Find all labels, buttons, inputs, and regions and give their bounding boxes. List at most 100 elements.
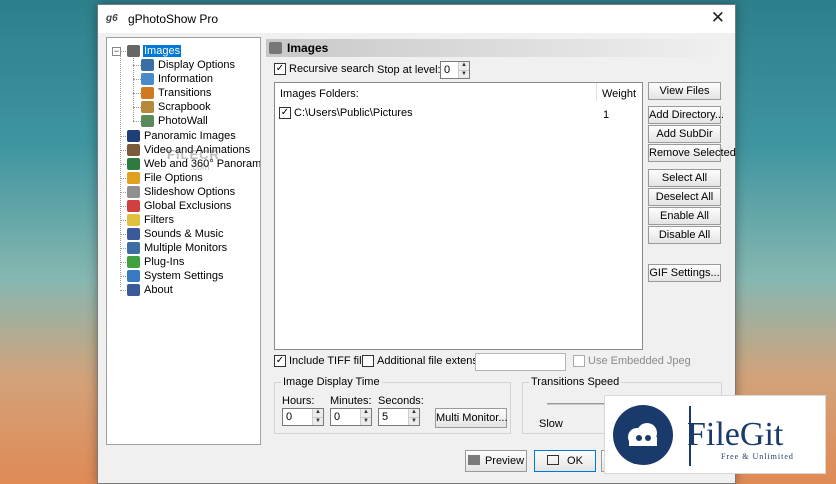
transition-speed-slider[interactable] <box>547 403 607 405</box>
folder-row-checkbox[interactable]: ✓ <box>279 107 291 119</box>
gif-settings-button[interactable]: GIF Settings... <box>648 264 721 282</box>
information-icon <box>141 73 154 85</box>
spin-up-icon[interactable]: ▲ <box>361 409 371 418</box>
spin-down-icon[interactable]: ▼ <box>313 417 323 425</box>
close-icon[interactable]: ✕ <box>711 9 725 27</box>
disable-all-button[interactable]: Disable All <box>648 226 721 244</box>
globe-icon <box>127 158 140 170</box>
spin-up-icon[interactable]: ▲ <box>313 409 323 418</box>
group-title: Image Display Time <box>281 376 382 388</box>
music-icon <box>127 228 140 240</box>
tree-item-photowall[interactable]: PhotoWall <box>141 114 209 128</box>
enable-all-button[interactable]: Enable All <box>648 207 721 225</box>
use-embedded-jpeg-checkbox[interactable]: Use Embedded Jpeg <box>573 355 691 367</box>
tree-item-system-settings[interactable]: System Settings <box>127 269 224 283</box>
minutes-spinner[interactable]: 0 ▲ ▼ <box>330 408 372 426</box>
tree-line <box>133 93 141 94</box>
tree-line <box>120 220 126 221</box>
video-icon <box>127 144 140 156</box>
tree-item-label: Slideshow Options <box>144 186 236 198</box>
watermark-sub: .com <box>190 162 210 172</box>
spin-down-icon[interactable]: ▼ <box>459 70 469 78</box>
spin-down-icon[interactable]: ▼ <box>409 417 419 425</box>
tree-line <box>133 79 141 80</box>
hours-spinner[interactable]: 0 ▲ ▼ <box>282 408 324 426</box>
deselect-all-button[interactable]: Deselect All <box>648 188 721 206</box>
tree-item-label: Transitions <box>158 87 212 99</box>
preview-icon <box>467 455 480 465</box>
stop-at-level-value[interactable]: 0 <box>441 62 458 78</box>
recursive-search-checkbox[interactable]: ✓ Recursive search <box>274 63 374 75</box>
tree-item-display-options[interactable]: Display Options <box>141 58 236 72</box>
tree-line <box>120 55 121 287</box>
tree-item-panoramic-images[interactable]: Panoramic Images <box>127 129 237 143</box>
column-header-folders[interactable]: Images Folders: <box>280 88 359 100</box>
tree-item-sounds-music[interactable]: Sounds & Music <box>127 227 224 241</box>
seconds-value[interactable]: 5 <box>379 409 408 425</box>
stop-at-level-label: Stop at level: <box>377 64 441 76</box>
spin-up-icon[interactable]: ▲ <box>459 62 469 71</box>
checkbox-box[interactable] <box>362 355 374 367</box>
use-embedded-jpeg-label: Use Embedded Jpeg <box>588 355 691 367</box>
tree-item-transitions[interactable]: Transitions <box>141 86 212 100</box>
additional-extensions-input[interactable] <box>475 353 566 371</box>
tree-line <box>120 150 126 151</box>
checkbox-box[interactable] <box>573 355 585 367</box>
tree-line <box>133 121 141 122</box>
preview-label: Preview <box>484 455 525 467</box>
tree-line <box>120 234 126 235</box>
spin-up-icon[interactable]: ▲ <box>409 409 419 418</box>
hours-value[interactable]: 0 <box>283 409 312 425</box>
tree-item-global-exclusions[interactable]: Global Exclusions <box>127 199 232 213</box>
pane-title: Images <box>287 41 329 55</box>
seconds-spinner[interactable]: 5 ▲ ▼ <box>378 408 420 426</box>
add-subdir-button[interactable]: Add SubDir <box>648 125 721 143</box>
folder-row[interactable]: ✓ C:\Users\Public\Pictures <box>279 107 413 119</box>
ok-icon <box>547 455 560 465</box>
add-directory-button[interactable]: Add Directory... <box>648 106 724 124</box>
exclusion-icon <box>127 200 140 212</box>
tree-item-images[interactable]: Images <box>127 44 182 58</box>
tree-item-plug-ins[interactable]: Plug-Ins <box>127 255 185 269</box>
hours-label: Hours: <box>282 395 315 407</box>
preview-button[interactable]: Preview <box>465 450 527 472</box>
images-icon <box>127 45 140 57</box>
watermark-text: FILECR <box>167 147 220 162</box>
column-header-weight[interactable]: Weight <box>602 88 636 100</box>
tree-item-label: Images <box>143 45 182 57</box>
spin-down-icon[interactable]: ▼ <box>361 417 371 425</box>
minutes-value[interactable]: 0 <box>331 409 360 425</box>
checkbox-box[interactable]: ✓ <box>274 63 286 75</box>
tree-line <box>120 136 126 137</box>
tree-item-file-options[interactable]: File Options <box>127 171 204 185</box>
column-divider <box>596 83 597 101</box>
ok-button[interactable]: OK <box>534 450 596 472</box>
folder-icon <box>127 172 140 184</box>
tree-item-filters[interactable]: Filters <box>127 213 175 227</box>
stop-at-level-spinner[interactable]: 0 ▲ ▼ <box>440 61 470 79</box>
tree-item-slideshow-options[interactable]: Slideshow Options <box>127 185 236 199</box>
ok-label: OK <box>567 455 583 467</box>
about-icon <box>127 284 140 296</box>
settings-tree[interactable]: − Images Display Options Information Transi… <box>106 37 261 445</box>
tree-item-about[interactable]: About <box>127 283 174 297</box>
checkbox-box[interactable]: ✓ <box>274 355 286 367</box>
group-title: Transitions Speed <box>529 376 622 388</box>
tree-item-label: Information <box>158 73 214 85</box>
transitions-icon <box>141 87 154 99</box>
tree-item-information[interactable]: Information <box>141 72 214 86</box>
plugin-icon <box>127 256 140 268</box>
tree-item-label: Plug-Ins <box>144 256 185 268</box>
include-tiff-checkbox[interactable]: ✓ Include TIFF files <box>274 355 373 367</box>
folders-list[interactable]: Images Folders: Weight ✓ C:\Users\Public… <box>274 82 643 350</box>
tree-item-multiple-monitors[interactable]: Multiple Monitors <box>127 241 228 255</box>
remove-selected-button[interactable]: Remove Selected <box>648 144 736 162</box>
seconds-label: Seconds: <box>378 395 424 407</box>
multi-monitor-button[interactable]: Multi Monitor... <box>435 408 508 428</box>
scrapbook-icon <box>141 101 154 113</box>
tree-item-scrapbook[interactable]: Scrapbook <box>141 100 212 114</box>
select-all-button[interactable]: Select All <box>648 169 721 187</box>
slow-label: Slow <box>539 418 563 430</box>
tree-line <box>120 276 126 277</box>
view-files-button[interactable]: View Files <box>648 82 721 100</box>
